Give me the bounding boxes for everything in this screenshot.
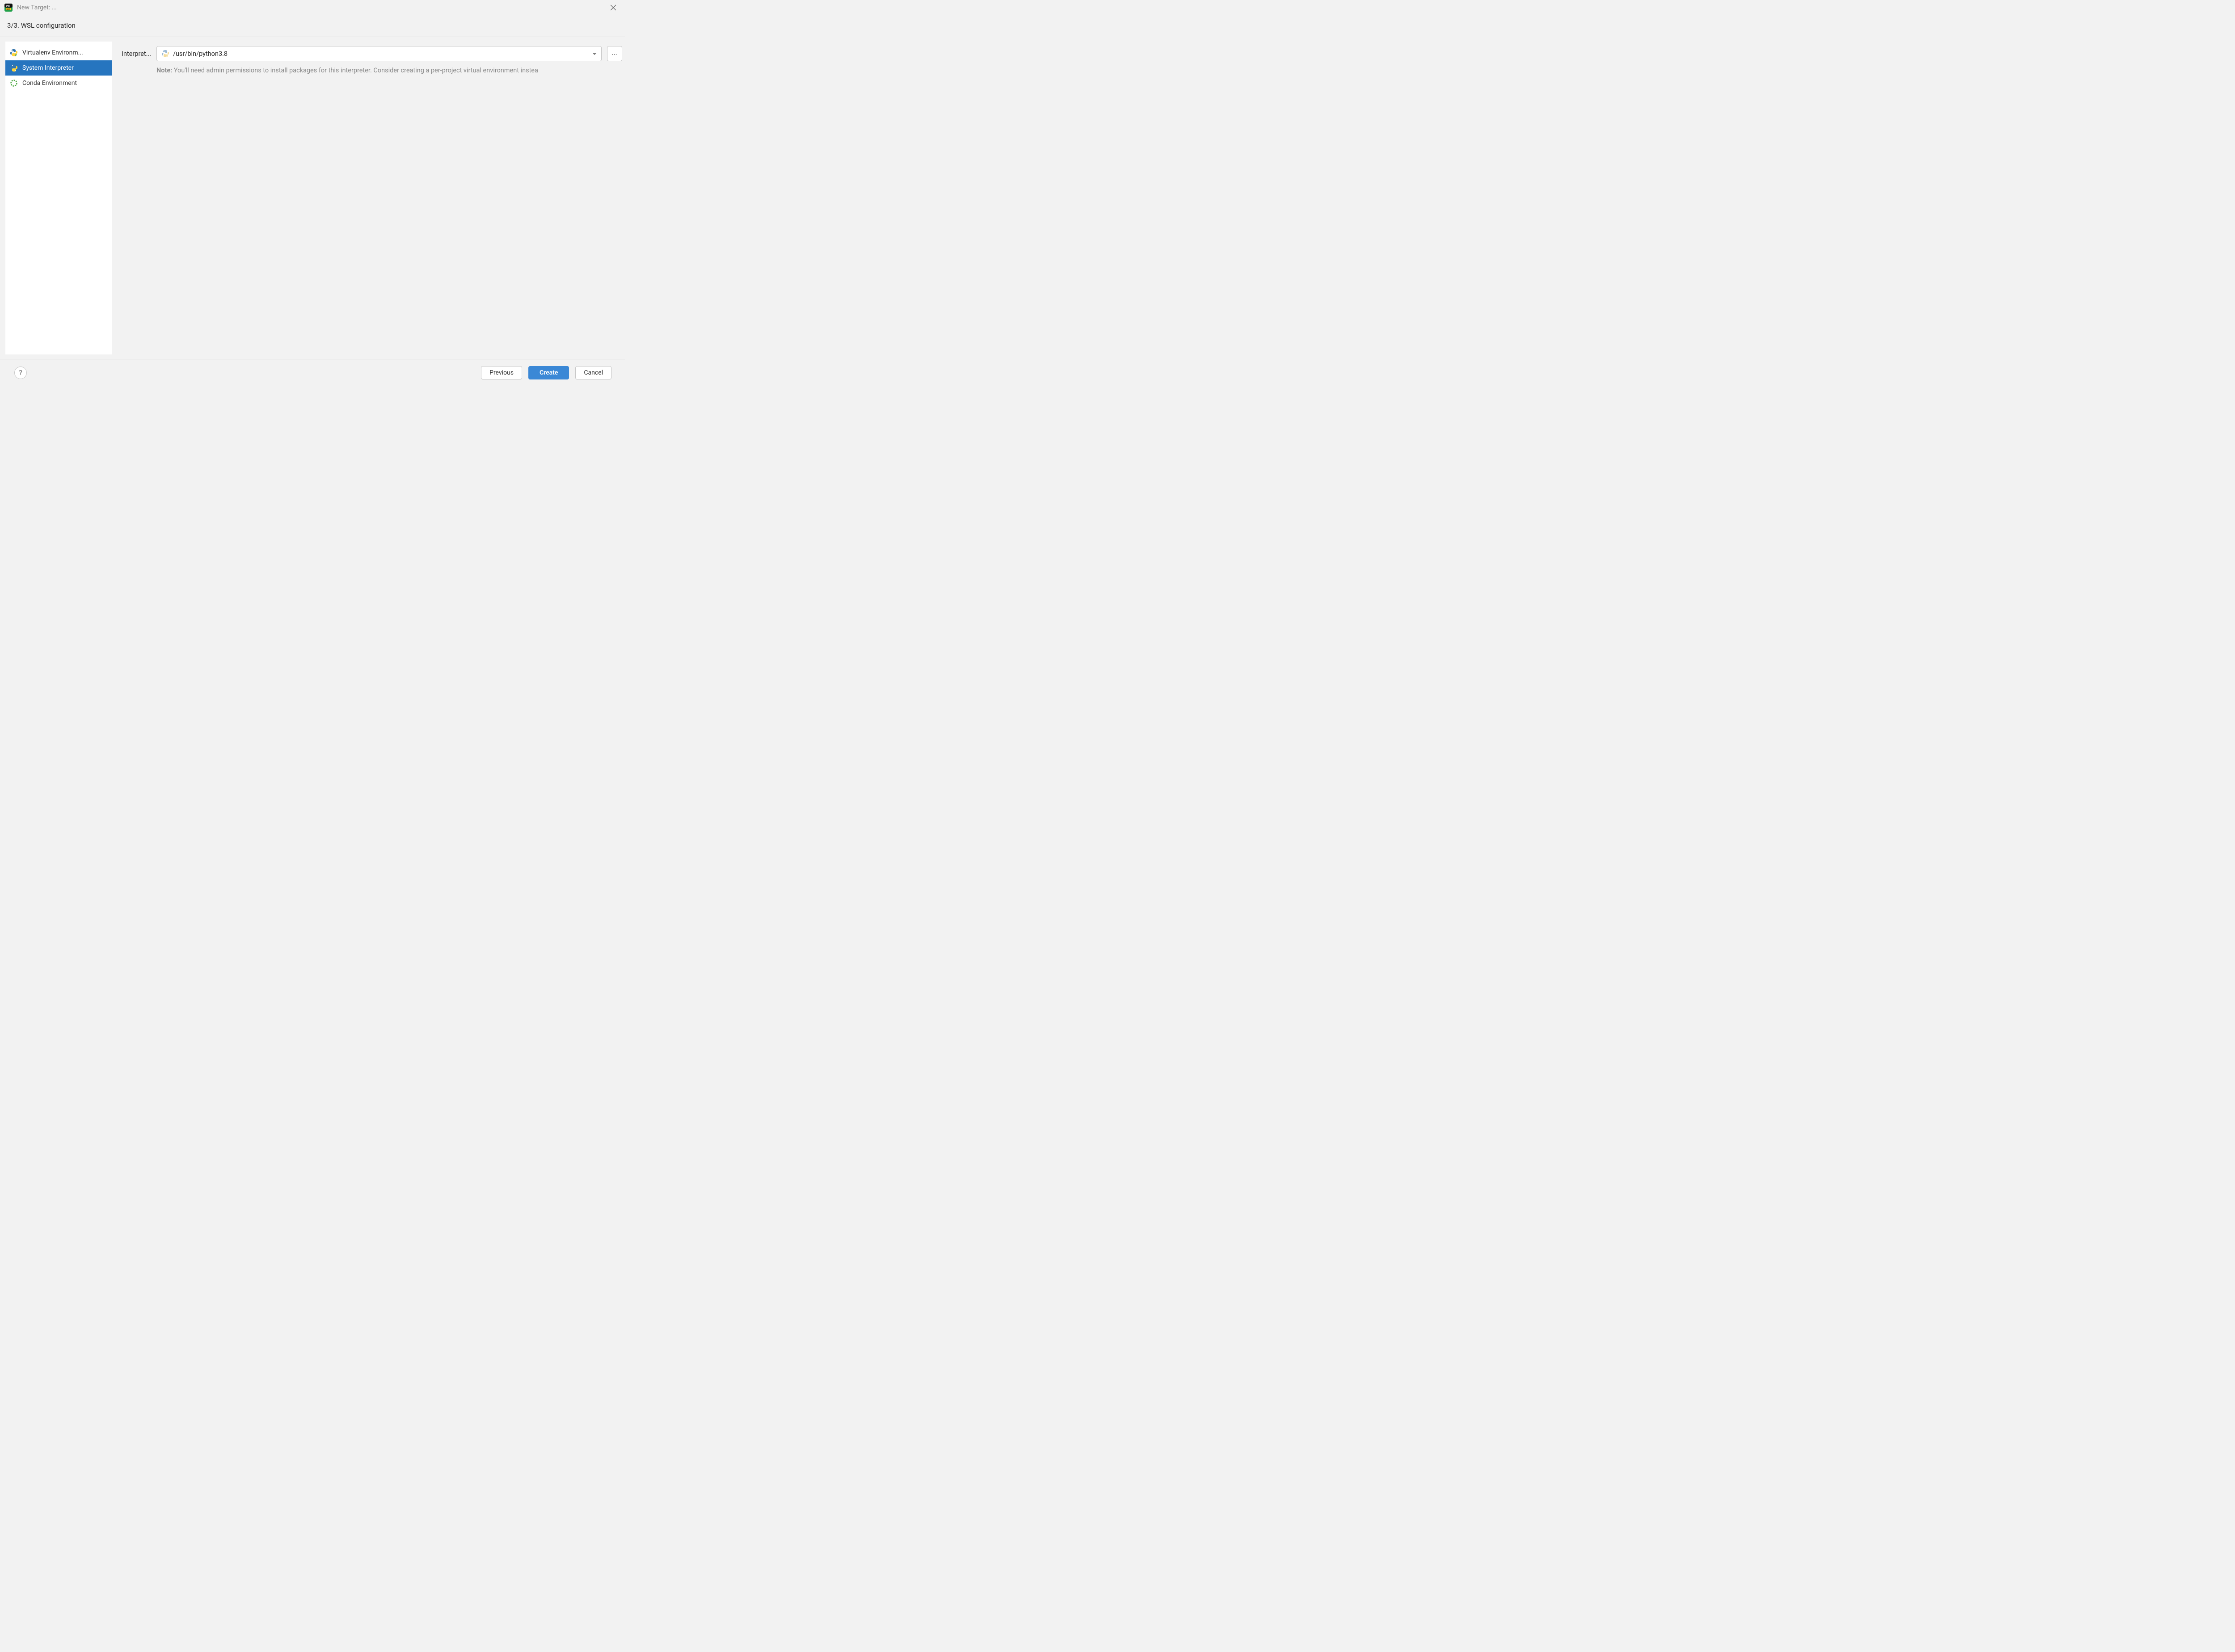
conda-icon bbox=[10, 79, 18, 87]
interpreter-label: Interpret... bbox=[122, 50, 156, 58]
footer: ? Previous Create Cancel bbox=[0, 359, 625, 386]
cancel-button[interactable]: Cancel bbox=[575, 366, 611, 379]
titlebar: PC EAP New Target: ... bbox=[0, 0, 625, 15]
note-text: You'll need admin permissions to install… bbox=[172, 67, 538, 74]
ellipsis-icon: ... bbox=[612, 51, 618, 56]
sidebar-item-label: Conda Environment bbox=[22, 80, 77, 87]
note-label: Note: bbox=[156, 67, 172, 74]
body: V Virtualenv Environm... System Interpre… bbox=[0, 37, 625, 359]
python-icon bbox=[161, 50, 169, 58]
button-label: Create bbox=[540, 369, 558, 376]
sidebar-item-conda[interactable]: Conda Environment bbox=[5, 76, 112, 91]
sidebar-item-label: System Interpreter bbox=[22, 64, 74, 72]
app-icon: PC EAP bbox=[4, 4, 13, 12]
browse-button[interactable]: ... bbox=[607, 46, 622, 61]
sidebar-item-system[interactable]: System Interpreter bbox=[5, 60, 112, 76]
main-panel: Interpret... /usr/bin/python3.8 bbox=[112, 37, 625, 359]
window-title: New Target: ... bbox=[17, 4, 57, 11]
chevron-down-icon bbox=[592, 51, 597, 57]
interpreter-combo[interactable]: /usr/bin/python3.8 bbox=[156, 46, 602, 61]
sidebar-item-virtualenv[interactable]: V Virtualenv Environm... bbox=[5, 45, 112, 60]
close-button[interactable] bbox=[606, 0, 620, 15]
help-icon: ? bbox=[19, 368, 22, 377]
create-button[interactable]: Create bbox=[528, 366, 569, 379]
svg-text:EAP: EAP bbox=[7, 8, 11, 10]
svg-text:V: V bbox=[15, 54, 17, 56]
python-icon: V bbox=[10, 49, 18, 57]
interpreter-value: /usr/bin/python3.8 bbox=[173, 50, 592, 58]
python-icon bbox=[10, 64, 18, 72]
step-header: 3/3. WSL configuration bbox=[0, 15, 625, 37]
previous-button[interactable]: Previous bbox=[481, 366, 522, 379]
note-row: Note: You'll need admin permissions to i… bbox=[122, 67, 625, 74]
interpreter-row: Interpret... /usr/bin/python3.8 bbox=[122, 46, 625, 61]
button-label: Previous bbox=[489, 369, 514, 376]
sidebar-item-label: Virtualenv Environm... bbox=[22, 49, 83, 56]
close-icon bbox=[610, 4, 616, 11]
svg-text:PC: PC bbox=[6, 5, 10, 8]
help-button[interactable]: ? bbox=[14, 367, 27, 379]
step-label: 3/3. WSL configuration bbox=[7, 21, 76, 30]
button-label: Cancel bbox=[584, 369, 603, 376]
sidebar: V Virtualenv Environm... System Interpre… bbox=[5, 42, 112, 354]
